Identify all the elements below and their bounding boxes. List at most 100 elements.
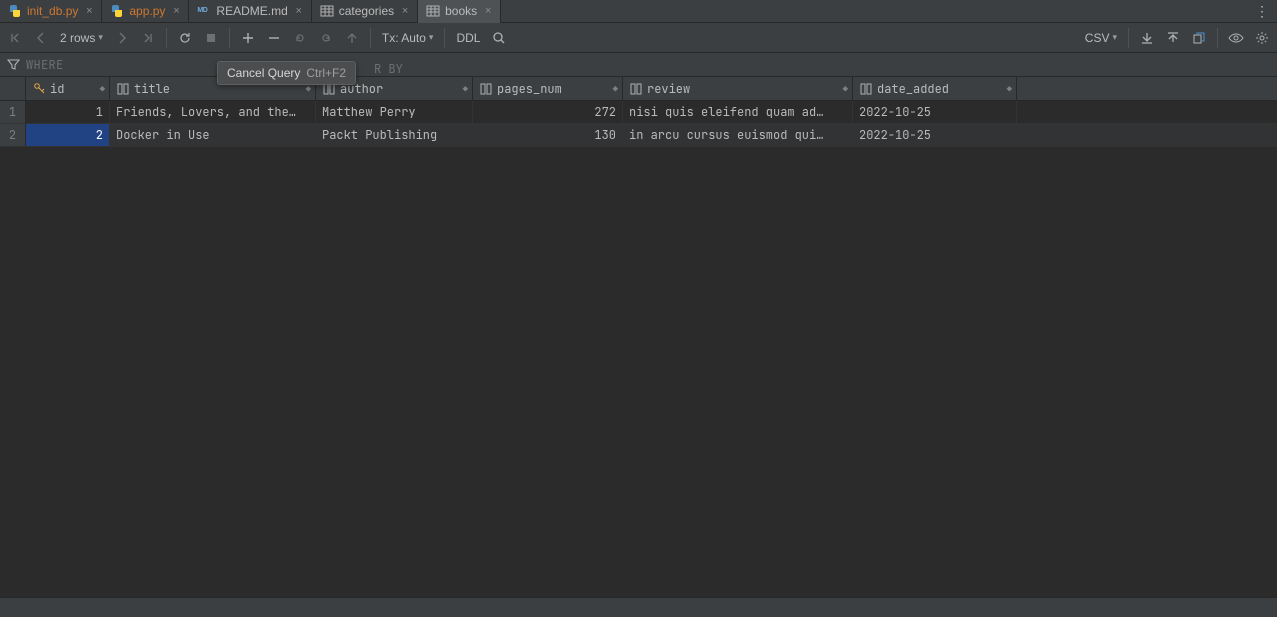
tooltip-shortcut: Ctrl+F2 [306,66,346,80]
row-number-header[interactable] [0,77,26,100]
sort-icon: ◆ [613,83,618,95]
table-icon [320,4,334,18]
tab-books[interactable]: books × [418,0,501,23]
python-file-icon [110,4,124,18]
column-icon [479,82,493,96]
tab-label: app.py [129,4,165,18]
search-button[interactable] [488,27,510,49]
results-grid: id ◆ title ◆ author ◆ pages_num ◆ review… [0,77,1277,147]
column-name: review [647,81,690,97]
data-toolbar: 2 rows▾ Tx: Auto▾ DDL CSV▾ [0,23,1277,53]
next-page-button[interactable] [111,27,133,49]
cell-pages-num[interactable]: 130 [473,124,623,146]
cell-date-added[interactable]: 2022-10-25 [853,101,1017,123]
prev-page-button[interactable] [30,27,52,49]
cell-review[interactable]: nisi quis eleifend quam ad… [623,101,853,123]
column-header-review[interactable]: review ◆ [623,77,853,100]
column-name: pages_num [497,81,562,97]
tab-label: README.md [216,4,287,18]
markdown-file-icon [197,4,211,18]
ddl-label: DDL [456,31,480,45]
clone-row-button[interactable] [315,27,337,49]
tx-mode-dropdown[interactable]: Tx: Auto▾ [378,31,438,45]
column-icon [116,82,130,96]
add-row-button[interactable] [237,27,259,49]
column-header-date-added[interactable]: date_added ◆ [853,77,1017,100]
settings-button[interactable] [1251,27,1273,49]
row-number[interactable]: 1 [0,101,26,123]
orderby-placeholder-fragment: R BY [374,61,403,77]
tabs-overflow-button[interactable]: ⋮ [1253,3,1277,20]
remove-row-button[interactable] [263,27,285,49]
tab-init-db[interactable]: init_db.py × [0,0,102,23]
last-page-button[interactable] [137,27,159,49]
sort-icon: ◆ [843,83,848,95]
row-number[interactable]: 2 [0,124,26,146]
cell-date-added[interactable]: 2022-10-25 [853,124,1017,146]
cell-id[interactable]: 1 [26,101,110,123]
revert-button[interactable] [289,27,311,49]
cell-pages-num[interactable]: 272 [473,101,623,123]
cancel-query-button[interactable] [200,27,222,49]
first-page-button[interactable] [4,27,26,49]
filter-bar[interactable]: WHERE [0,53,1277,77]
cell-title[interactable]: Friends, Lovers, and the… [110,101,316,123]
view-button[interactable] [1225,27,1247,49]
sort-icon: ◆ [463,83,468,95]
ddl-button[interactable]: DDL [452,31,484,45]
column-header-id[interactable]: id ◆ [26,77,110,100]
row-count-label: 2 rows [60,31,95,45]
row-count-dropdown[interactable]: 2 rows▾ [56,31,107,45]
cell-title[interactable]: Docker in Use [110,124,316,146]
reload-button[interactable] [174,27,196,49]
tab-label: books [445,4,477,18]
sort-icon: ◆ [1007,83,1012,95]
column-name: title [134,81,170,97]
tx-mode-label: Tx: Auto [382,31,426,45]
sort-icon: ◆ [100,83,105,95]
separator [166,28,167,48]
tab-readme[interactable]: README.md × [189,0,311,23]
chevron-down-icon: ▾ [429,32,434,43]
table-row[interactable]: 1 1 Friends, Lovers, and the… Matthew Pe… [0,101,1277,124]
cell-review[interactable]: in arcu cursus euismod qui… [623,124,853,146]
cell-author[interactable]: Packt Publishing [316,124,473,146]
separator [229,28,230,48]
export-format-dropdown[interactable]: CSV▾ [1081,31,1121,45]
close-icon[interactable]: × [170,5,182,17]
table-icon [426,4,440,18]
header-row: id ◆ title ◆ author ◆ pages_num ◆ review… [0,77,1277,101]
close-icon[interactable]: × [83,5,95,17]
tooltip-label: Cancel Query [227,66,300,80]
csv-label: CSV [1085,31,1110,45]
submit-button[interactable] [341,27,363,49]
column-name: id [50,81,64,97]
status-bar [0,597,1277,617]
close-icon[interactable]: × [293,5,305,17]
filter-icon [0,58,26,71]
where-placeholder: WHERE [26,57,64,73]
tab-label: categories [339,4,394,18]
close-icon[interactable]: × [482,5,494,17]
close-icon[interactable]: × [399,5,411,17]
editor-tabs: init_db.py × app.py × README.md × catego… [0,0,1277,23]
tab-categories[interactable]: categories × [312,0,418,23]
separator [370,28,371,48]
python-file-icon [8,4,22,18]
column-name: date_added [877,81,949,97]
import-upload-button[interactable] [1162,27,1184,49]
column-icon [859,82,873,96]
primary-key-icon [32,82,46,96]
table-row[interactable]: 2 2 Docker in Use Packt Publishing 130 i… [0,124,1277,147]
separator [444,28,445,48]
cell-author[interactable]: Matthew Perry [316,101,473,123]
cell-id[interactable]: 2 [26,124,110,146]
chevron-down-icon: ▾ [98,32,103,43]
separator [1128,28,1129,48]
separator [1217,28,1218,48]
tab-app[interactable]: app.py × [102,0,189,23]
column-icon [629,82,643,96]
copy-to-button[interactable] [1188,27,1210,49]
column-header-pages-num[interactable]: pages_num ◆ [473,77,623,100]
export-download-button[interactable] [1136,27,1158,49]
